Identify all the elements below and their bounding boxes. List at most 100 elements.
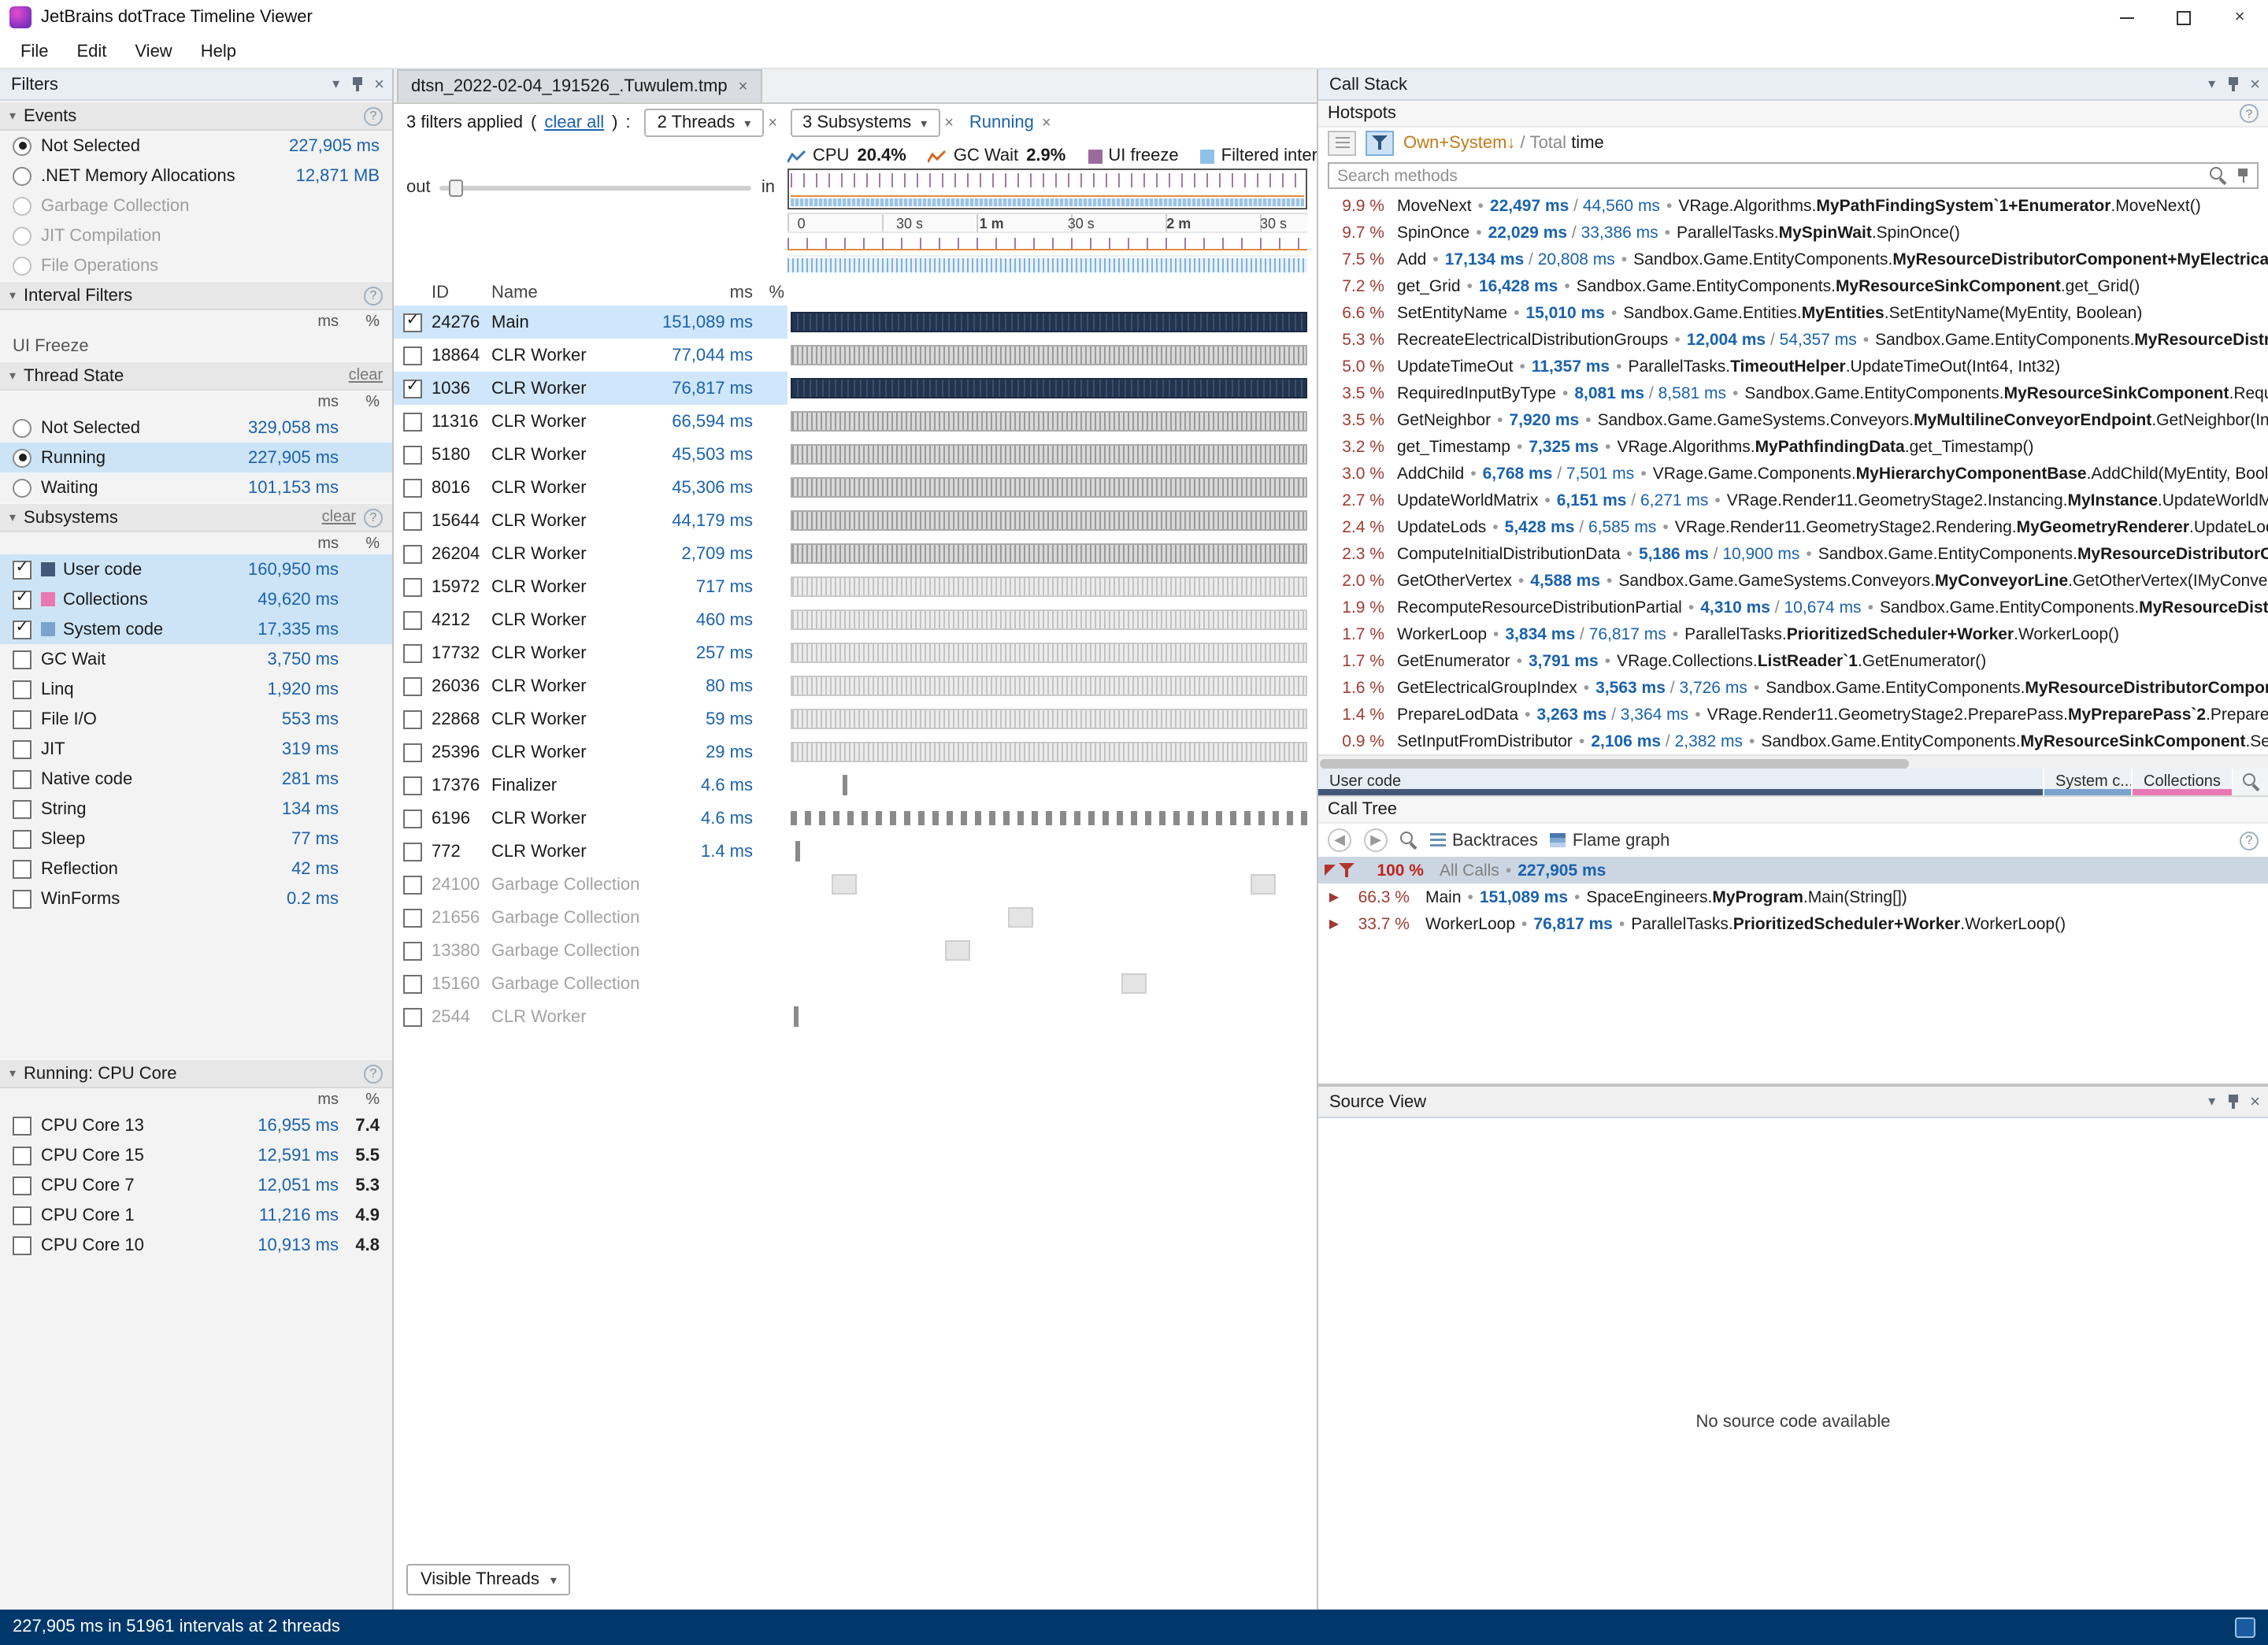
thread-row[interactable]: 5180CLR Worker45,503 ms bbox=[394, 438, 1317, 471]
hotspot-row[interactable]: 3.5 %GetNeighbor•7,920 ms•Sandbox.Game.G… bbox=[1318, 406, 2268, 433]
hotspot-row[interactable]: 1.7 %GetEnumerator•3,791 ms•VRage.Collec… bbox=[1318, 647, 2268, 674]
column-name[interactable]: Name bbox=[491, 283, 643, 302]
thread-row[interactable]: 15644CLR Worker44,179 ms bbox=[394, 504, 1317, 537]
subsystem-tab[interactable]: Collections bbox=[2133, 769, 2233, 795]
thread-state-row[interactable]: Running227,905 ms bbox=[0, 443, 392, 472]
thread-row[interactable]: 8016CLR Worker45,306 ms bbox=[394, 471, 1317, 504]
section-subsystems[interactable]: ▾ Subsystems clear ? bbox=[0, 502, 392, 532]
filter-hotspots-button[interactable] bbox=[1366, 131, 1394, 156]
radio-icon[interactable] bbox=[13, 478, 32, 497]
radio-icon[interactable] bbox=[13, 226, 32, 245]
subsystem-row[interactable]: File I/O553 ms bbox=[0, 704, 392, 734]
help-icon[interactable]: ? bbox=[364, 1064, 383, 1083]
flame-graph-button[interactable]: Flame graph bbox=[1551, 831, 1670, 850]
thread-checkbox[interactable] bbox=[403, 313, 422, 332]
thread-timeline[interactable] bbox=[791, 476, 1307, 499]
pin-search-icon[interactable] bbox=[2236, 168, 2249, 183]
cpu-core-checkbox[interactable] bbox=[13, 1206, 32, 1224]
thread-timeline[interactable] bbox=[791, 707, 1307, 731]
subsystem-row[interactable]: Linq1,920 ms bbox=[0, 674, 392, 704]
hotspot-row[interactable]: 5.3 %RecreateElectricalDistributionGroup… bbox=[1318, 326, 2268, 353]
pin-icon[interactable] bbox=[350, 76, 363, 92]
zoom-slider-thumb[interactable] bbox=[449, 179, 463, 196]
subsystem-row[interactable]: String134 ms bbox=[0, 794, 392, 824]
subsystem-checkbox[interactable] bbox=[13, 650, 32, 669]
subsystem-search-button[interactable] bbox=[2233, 769, 2268, 795]
search-input[interactable] bbox=[1337, 166, 2200, 185]
cpu-core-checkbox[interactable] bbox=[13, 1176, 32, 1195]
thread-row[interactable]: 26204CLR Worker2,709 ms bbox=[394, 537, 1317, 570]
thread-checkbox[interactable] bbox=[403, 346, 422, 365]
back-icon[interactable]: ◀ bbox=[1328, 828, 1351, 852]
chevron-down-icon[interactable]: ▾ bbox=[332, 76, 339, 93]
thread-checkbox[interactable] bbox=[403, 709, 422, 728]
menu-edit[interactable]: Edit bbox=[62, 37, 120, 65]
thread-checkbox[interactable] bbox=[403, 743, 422, 761]
scrollbar-thumb[interactable] bbox=[1320, 758, 1909, 768]
backtraces-button[interactable]: Backtraces bbox=[1430, 831, 1538, 850]
thread-timeline[interactable] bbox=[791, 641, 1307, 665]
hotspot-row[interactable]: 2.7 %UpdateWorldMatrix•6,151 ms / 6,271 … bbox=[1318, 487, 2268, 513]
hotspot-row[interactable]: 1.4 %PrepareLodData•3,263 ms / 3,364 ms•… bbox=[1318, 701, 2268, 728]
thread-checkbox[interactable] bbox=[403, 974, 422, 993]
hotspot-row[interactable]: 3.2 %get_Timestamp•7,325 ms•VRage.Algori… bbox=[1318, 433, 2268, 460]
visible-threads-button[interactable]: Visible Threads ▾ bbox=[406, 1564, 571, 1595]
horizontal-scrollbar[interactable] bbox=[1318, 754, 2268, 769]
thread-timeline[interactable] bbox=[791, 740, 1307, 764]
cpu-core-row[interactable]: CPU Core 1316,955 ms7.4 bbox=[0, 1110, 392, 1140]
thread-checkbox[interactable] bbox=[403, 875, 422, 894]
clear-subsystems-link[interactable]: clear bbox=[322, 509, 356, 526]
thread-checkbox[interactable] bbox=[403, 908, 422, 927]
thread-checkbox[interactable] bbox=[403, 478, 422, 497]
hotspot-row[interactable]: 0.9 %SetInputFromDistributor•2,106 ms / … bbox=[1318, 728, 2268, 754]
clear-all-link[interactable]: clear all bbox=[544, 113, 604, 132]
thread-row[interactable]: 24276Main151,089 ms bbox=[394, 306, 1317, 339]
close-button[interactable]: × bbox=[2211, 0, 2268, 35]
hotspot-row[interactable]: 9.9 %MoveNext•22,497 ms / 44,560 ms•VRag… bbox=[1318, 192, 2268, 219]
chip-label[interactable]: Running bbox=[966, 109, 1037, 137]
subsystem-row[interactable]: Native code281 ms bbox=[0, 764, 392, 794]
event-filter-row[interactable]: .NET Memory Allocations12,871 MB bbox=[0, 161, 392, 191]
thread-row[interactable]: 15972CLR Worker717 ms bbox=[394, 570, 1317, 603]
chevron-down-icon[interactable]: ▾ bbox=[2208, 1093, 2215, 1110]
call-tree-row[interactable]: ▶66.3 %Main•151,089 ms•SpaceEngineers.My… bbox=[1318, 884, 2268, 910]
help-icon[interactable]: ? bbox=[364, 508, 383, 527]
hotspot-row[interactable]: 2.0 %GetOtherVertex•4,588 ms•Sandbox.Gam… bbox=[1318, 567, 2268, 594]
cpu-core-row[interactable]: CPU Core 1010,913 ms4.8 bbox=[0, 1230, 392, 1260]
thread-checkbox[interactable] bbox=[403, 577, 422, 596]
subsystem-row[interactable]: Collections49,620 ms bbox=[0, 584, 392, 614]
sort-own-system-link[interactable]: Own+System bbox=[1403, 134, 1506, 153]
thread-timeline[interactable] bbox=[791, 443, 1307, 466]
thread-checkbox[interactable] bbox=[403, 511, 422, 530]
hotspot-row[interactable]: 6.6 %SetEntityName•15,010 ms•Sandbox.Gam… bbox=[1318, 299, 2268, 326]
cpu-core-row[interactable]: CPU Core 111,216 ms4.9 bbox=[0, 1200, 392, 1230]
thread-checkbox[interactable] bbox=[403, 544, 422, 563]
thread-timeline[interactable] bbox=[791, 608, 1307, 632]
radio-icon[interactable] bbox=[13, 256, 32, 275]
thread-timeline[interactable] bbox=[791, 773, 1307, 797]
subsystem-checkbox[interactable] bbox=[13, 769, 32, 788]
thread-timeline[interactable] bbox=[791, 575, 1307, 598]
subsystem-tab[interactable]: User code bbox=[1318, 769, 2044, 795]
thread-checkbox[interactable] bbox=[403, 842, 422, 861]
radio-icon[interactable] bbox=[13, 136, 32, 155]
search-icon[interactable] bbox=[2210, 167, 2227, 184]
statusbar-logo-icon[interactable] bbox=[2235, 1617, 2255, 1638]
hotspot-row[interactable]: 1.9 %RecomputeResourceDistributionPartia… bbox=[1318, 594, 2268, 621]
thread-timeline[interactable] bbox=[791, 343, 1307, 367]
thread-row[interactable]: 25396CLR Worker29 ms bbox=[394, 735, 1317, 769]
expand-icon[interactable]: ▶ bbox=[1325, 890, 1343, 904]
subsystem-row[interactable]: User code160,950 ms bbox=[0, 554, 392, 584]
subsystem-checkbox[interactable] bbox=[13, 739, 32, 758]
help-icon[interactable]: ? bbox=[2240, 104, 2259, 123]
event-filter-row[interactable]: JIT Compilation bbox=[0, 220, 392, 250]
cpu-core-checkbox[interactable] bbox=[13, 1146, 32, 1165]
close-panel-icon[interactable]: × bbox=[2250, 75, 2260, 94]
remove-filter-icon[interactable]: × bbox=[1042, 114, 1051, 132]
cpu-core-checkbox[interactable] bbox=[13, 1236, 32, 1254]
column-pct[interactable]: % bbox=[753, 283, 788, 302]
pin-icon[interactable] bbox=[2226, 76, 2239, 92]
radio-icon[interactable] bbox=[13, 166, 32, 185]
view-mode-button[interactable] bbox=[1328, 131, 1356, 156]
forward-icon[interactable]: ▶ bbox=[1364, 828, 1388, 852]
